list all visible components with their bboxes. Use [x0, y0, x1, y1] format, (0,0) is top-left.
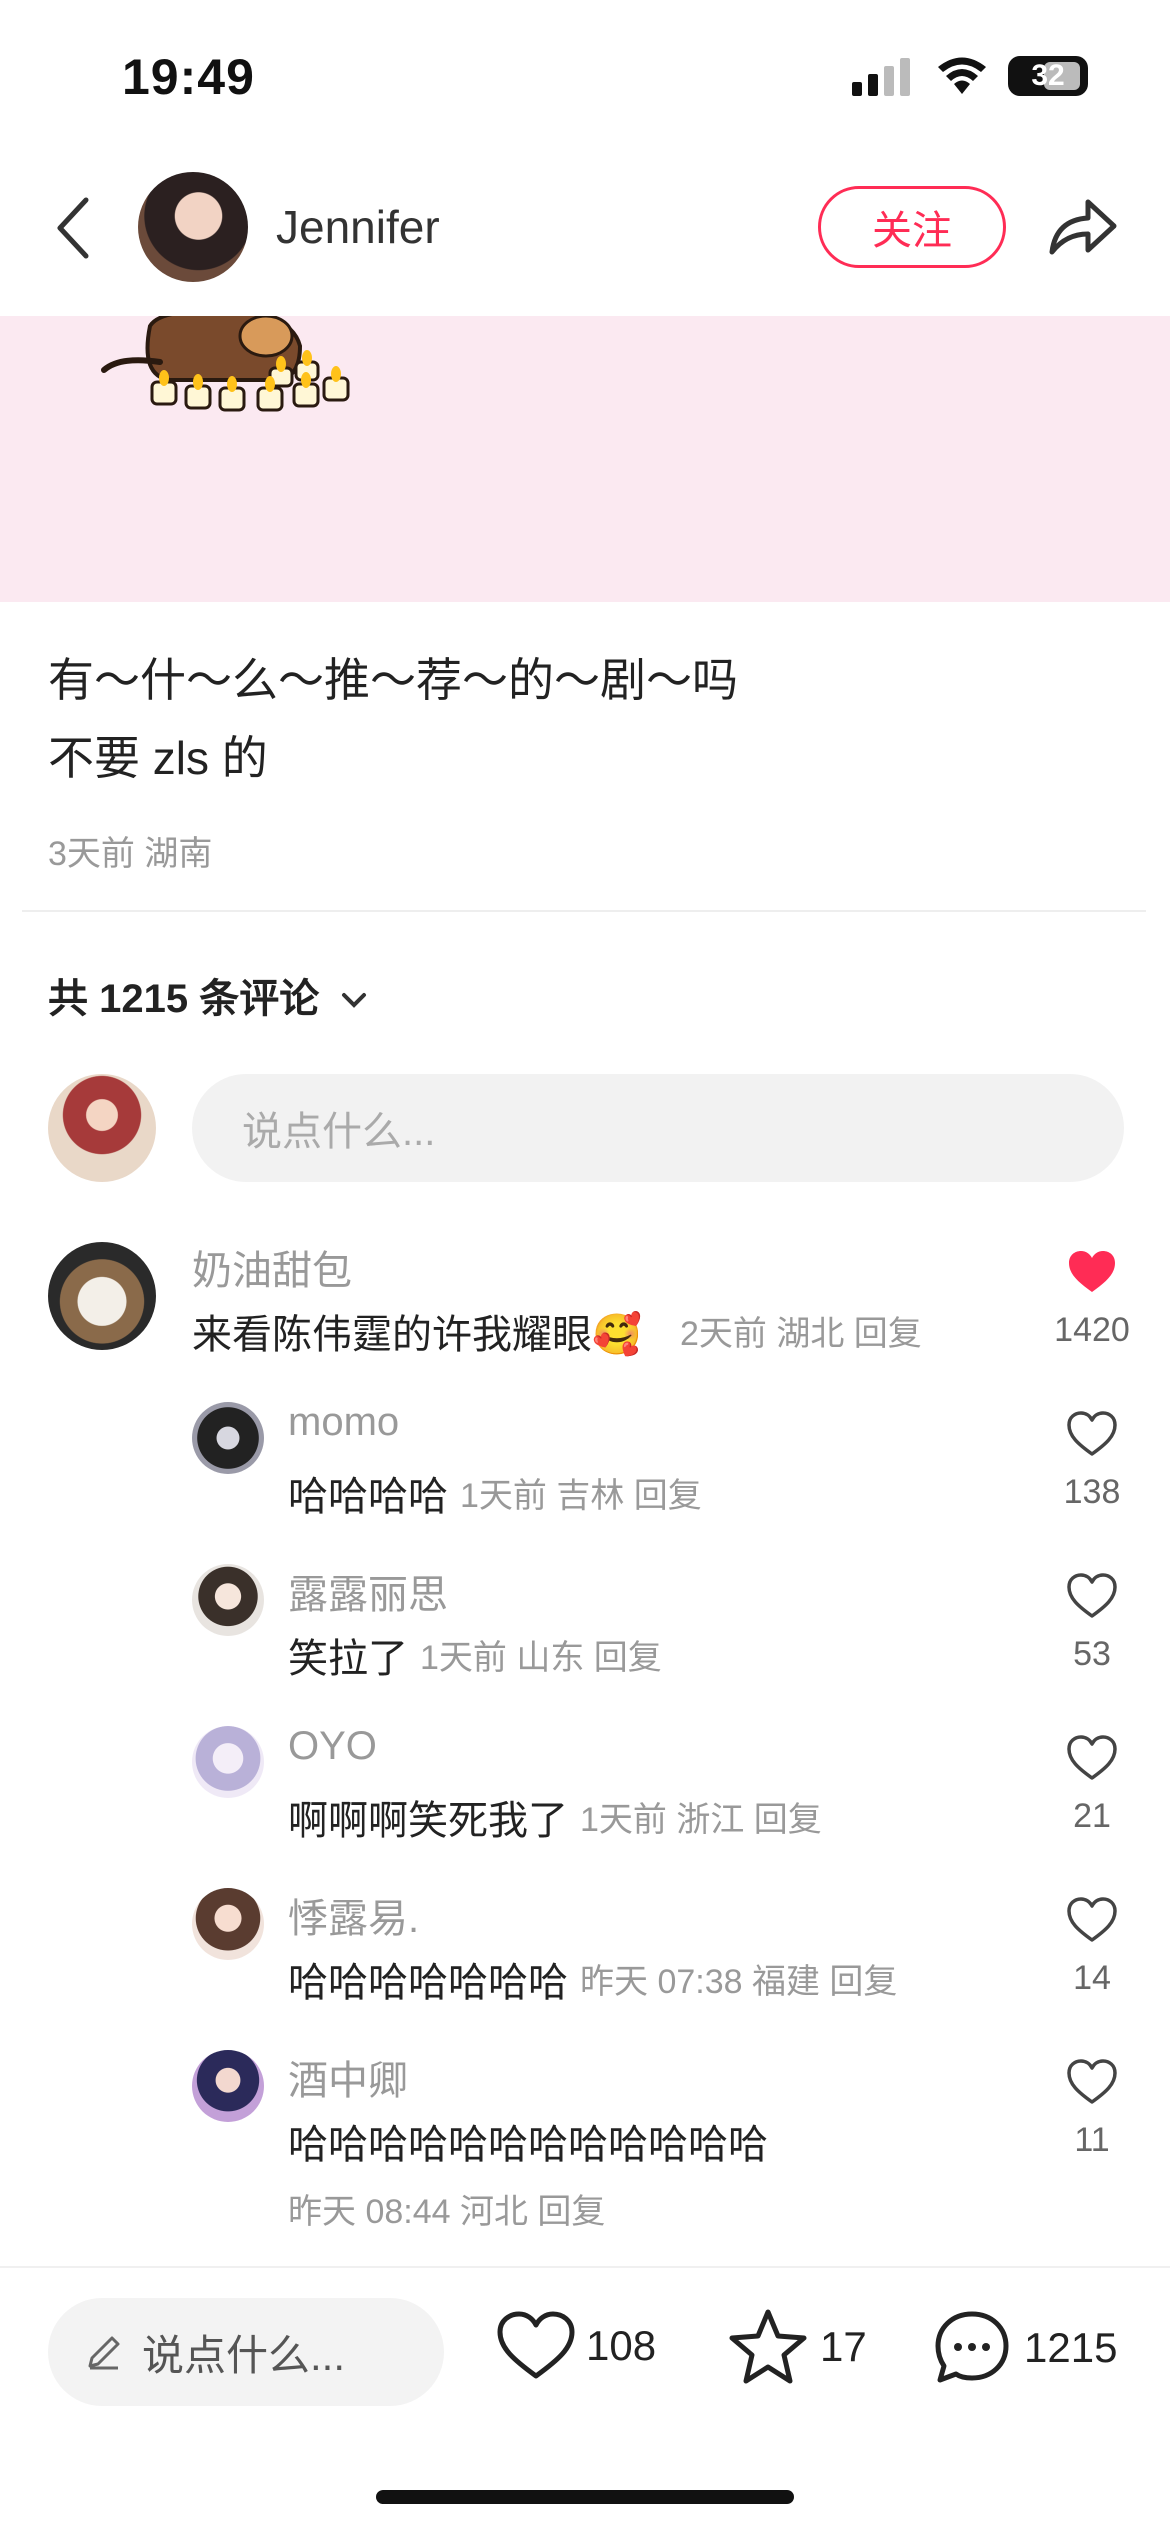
commenter-name[interactable]: 奶油甜包	[192, 1238, 352, 1296]
commenter-name[interactable]: 悸露易.	[288, 1886, 419, 1944]
comment-like-button[interactable]: 11	[1042, 2058, 1142, 2160]
comment-like-count: 11	[1074, 2121, 1110, 2159]
comment-text[interactable]: 笑拉了	[288, 1626, 408, 1684]
commenter-avatar[interactable]	[192, 1726, 264, 1798]
heart-icon	[1067, 1573, 1117, 1618]
current-user-avatar	[48, 1074, 156, 1182]
bottom-favorite-count: 17	[820, 2323, 867, 2370]
comment-meta[interactable]: 1天前 吉林 回复	[460, 1468, 702, 1517]
comment-like-button[interactable]: 53	[1042, 1572, 1142, 1674]
comment-text[interactable]: 哈哈哈哈	[288, 1464, 448, 1522]
heart-icon	[1069, 1251, 1115, 1292]
chat-bubble-icon	[935, 2311, 1009, 2383]
bottom-like-button[interactable]: 108	[496, 2310, 656, 2382]
post-text-line-2: 不要 zls 的	[48, 732, 268, 784]
comment-input[interactable]: 说点什么...	[192, 1074, 1124, 1182]
share-icon[interactable]	[1046, 194, 1118, 258]
comment-text[interactable]: 哈哈哈哈哈哈哈哈哈哈哈哈	[288, 2112, 768, 2170]
commenter-avatar[interactable]	[48, 1242, 156, 1350]
heart-icon	[1067, 1411, 1117, 1456]
comment-meta[interactable]: 1天前 山东 回复	[420, 1630, 662, 1679]
comment-like-button[interactable]: 138	[1042, 1410, 1142, 1512]
commenter-name[interactable]: momo	[288, 1400, 399, 1445]
comment-meta[interactable]: 昨天 07:38 福建 回复	[580, 1954, 897, 2003]
heart-icon	[1067, 1897, 1117, 1942]
comment-meta[interactable]: 1天前 浙江 回复	[580, 1792, 822, 1841]
comment-text[interactable]: 来看陈伟霆的许我耀眼🥰	[192, 1302, 642, 1360]
commenter-avatar[interactable]	[192, 1402, 264, 1474]
bottom-comment-button[interactable]: 1215	[932, 2308, 1117, 2388]
commenter-name[interactable]: 露露丽思	[288, 1562, 448, 1620]
commenter-avatar[interactable]	[192, 2050, 264, 2122]
heart-icon	[1067, 1735, 1117, 1780]
reply-comment[interactable]: 悸露易. 哈哈哈哈哈哈哈 昨天 07:38 福建 回复 14	[0, 1886, 1170, 2036]
bottom-input-placeholder: 说点什么...	[142, 2331, 346, 2379]
commenter-name[interactable]: OYO	[288, 1724, 377, 1769]
commenter-name[interactable]: 酒中卿	[288, 2048, 408, 2106]
signal-icon	[852, 58, 910, 96]
status-time: 19:49	[122, 49, 255, 105]
comment[interactable]: 奶油甜包来看陈伟霆的许我耀眼🥰 2天前 湖北 回复 1420	[0, 1238, 1170, 1388]
battery-icon: 32	[1008, 56, 1088, 96]
follow-button[interactable]: 关注	[818, 186, 1006, 268]
author-avatar[interactable]	[138, 172, 248, 282]
star-icon	[729, 2309, 807, 2384]
comment-like-count: 53	[1073, 1635, 1111, 1673]
post-image[interactable]	[0, 316, 1170, 602]
bottom-favorite-button[interactable]: 17	[728, 2308, 867, 2386]
comment-like-button[interactable]: 21	[1042, 1734, 1142, 1836]
comment-like-count: 14	[1073, 1959, 1111, 1997]
back-chevron-icon[interactable]	[54, 196, 94, 260]
comment-like-button[interactable]: 14	[1042, 1896, 1142, 1998]
reply-comment[interactable]: momo 哈哈哈哈 1天前 吉林 回复 138	[0, 1400, 1170, 1550]
chevron-down-icon	[342, 993, 367, 1009]
wifi-icon	[938, 57, 986, 94]
reply-comment[interactable]: OYO 啊啊啊笑死我了 1天前 浙江 回复 21	[0, 1724, 1170, 1874]
reply-comment[interactable]: 酒中卿哈哈哈哈哈哈哈哈哈哈哈哈昨天 08:44 河北 回复 11	[0, 2048, 1170, 2231]
commenter-avatar[interactable]	[192, 1564, 264, 1636]
bottom-bar-divider	[0, 2266, 1170, 2268]
post-meta: 3天前 湖南	[48, 835, 213, 873]
comment-like-count: 1420	[1054, 1311, 1130, 1349]
bottom-comment-count: 1215	[1024, 2324, 1118, 2371]
comment-text[interactable]: 哈哈哈哈哈哈哈	[288, 1950, 568, 2008]
post-illustration	[101, 316, 350, 412]
author-name[interactable]: Jennifer	[276, 200, 440, 254]
commenter-avatar[interactable]	[192, 1888, 264, 1960]
comment-text[interactable]: 啊啊啊笑死我了	[288, 1788, 568, 1846]
bottom-comment-input[interactable]: 说点什么...	[48, 2298, 444, 2406]
divider	[22, 910, 1146, 912]
comment-like-count: 138	[1063, 1473, 1121, 1511]
pencil-icon	[88, 2336, 120, 2370]
post-text-line-1: 有～什～么～推～荐～的～剧～吗	[48, 654, 738, 706]
reply-comment[interactable]: 露露丽思笑拉了 1天前 山东 回复 53	[0, 1562, 1170, 1712]
comment-meta[interactable]: 2天前 湖北 回复	[680, 1306, 922, 1355]
comment-count-sort[interactable]: 共 1215 条评论	[48, 966, 368, 1024]
bottom-like-count: 108	[586, 2322, 657, 2369]
heart-icon	[1067, 2059, 1117, 2104]
comment-meta[interactable]: 昨天 08:44 河北 回复	[288, 2184, 605, 2233]
comment-count-label: 共 1215 条评论	[48, 977, 320, 1021]
comment-like-button[interactable]: 1420	[1042, 1248, 1142, 1350]
comment-like-count: 21	[1073, 1797, 1111, 1835]
heart-icon	[497, 2311, 575, 2379]
home-indicator	[376, 2490, 794, 2504]
